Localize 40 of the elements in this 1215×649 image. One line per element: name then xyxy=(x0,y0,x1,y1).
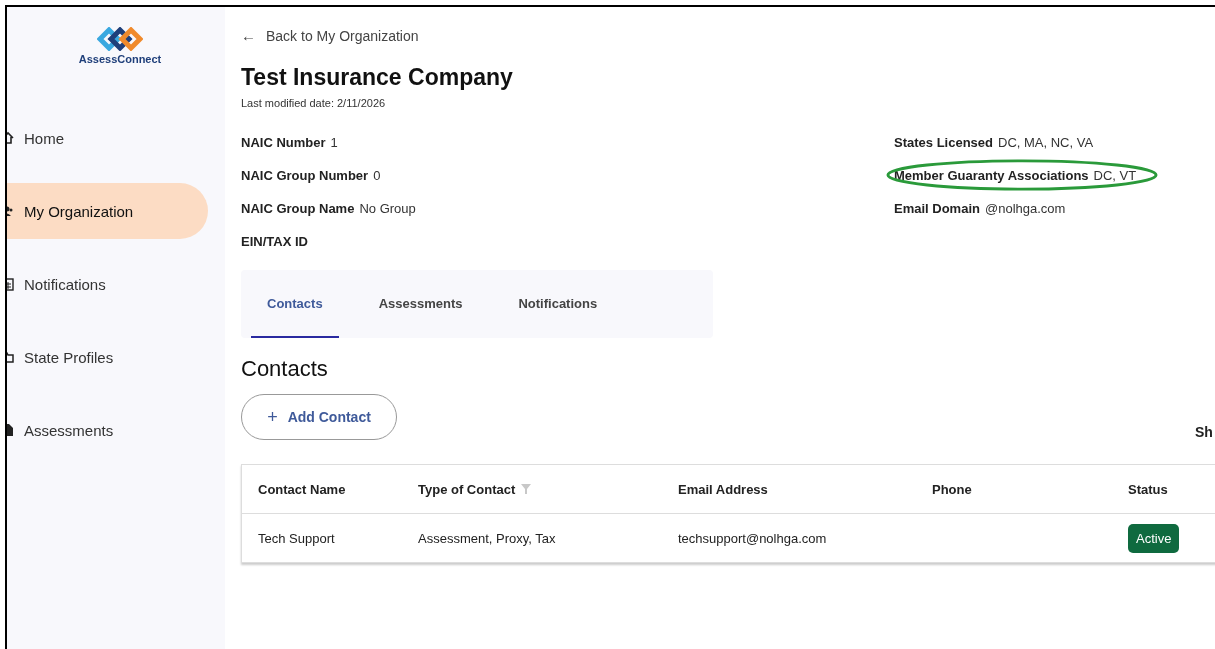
table-cell-text: Tech Support xyxy=(257,530,336,546)
column-header[interactable]: Type of Contact xyxy=(402,481,662,497)
field-value: DC, VT xyxy=(1093,167,1137,183)
back-link[interactable]: ← Back to My Organization xyxy=(241,27,1215,44)
nav-item[interactable]: Home xyxy=(7,110,208,166)
page-title: Test Insurance Company xyxy=(241,64,514,91)
column-header[interactable]: Phone xyxy=(916,481,1112,497)
field-value: DC, MA, NC, VA xyxy=(998,134,1094,150)
logo-icon xyxy=(97,27,143,51)
column-header[interactable]: Contact Name xyxy=(242,481,402,497)
table-cell-text: techsupport@nolhga.com xyxy=(677,530,828,546)
field-value: @nolhga.com xyxy=(984,200,1066,216)
tab[interactable]: Notifications xyxy=(502,270,614,338)
status-badge: Active xyxy=(1128,523,1180,553)
tab[interactable]: Contacts xyxy=(251,270,339,338)
field-label: NAIC Group Name xyxy=(241,200,355,216)
field-label: NAIC Number xyxy=(241,134,326,150)
field-value: No Group xyxy=(359,200,416,216)
add-contact-button[interactable]: + Add Contact xyxy=(241,394,397,440)
cut-off-text: Sh xyxy=(1195,424,1214,440)
nav-item[interactable]: State Profiles xyxy=(7,329,208,385)
field-value: 1 xyxy=(330,134,338,150)
last-modified-date: Last modified date: 2/11/2026 xyxy=(241,97,387,109)
filter-icon[interactable] xyxy=(521,484,532,494)
nav-item[interactable]: My Organization xyxy=(7,183,208,239)
field-label: EIN/TAX ID xyxy=(241,233,308,249)
table-cell-text: Assessment, Proxy, Tax xyxy=(417,530,557,546)
field-value: 0 xyxy=(373,167,381,183)
field-label: NAIC Group Number xyxy=(241,167,369,183)
field-label: States Licensed xyxy=(894,134,993,150)
column-header[interactable]: Status xyxy=(1112,481,1215,497)
brand-name: AssessConnect xyxy=(78,53,162,65)
nav-item[interactable]: Assessments xyxy=(7,402,208,458)
column-header[interactable]: Email Address xyxy=(662,481,916,497)
tab[interactable]: Assessments xyxy=(362,270,479,338)
nav-item[interactable]: Notifications xyxy=(7,256,208,312)
section-title: Contacts xyxy=(241,356,329,382)
field-label: Member Guaranty Associations xyxy=(894,167,1089,183)
back-arrow-icon: ← xyxy=(241,27,256,44)
field-label: Email Domain xyxy=(894,200,980,216)
